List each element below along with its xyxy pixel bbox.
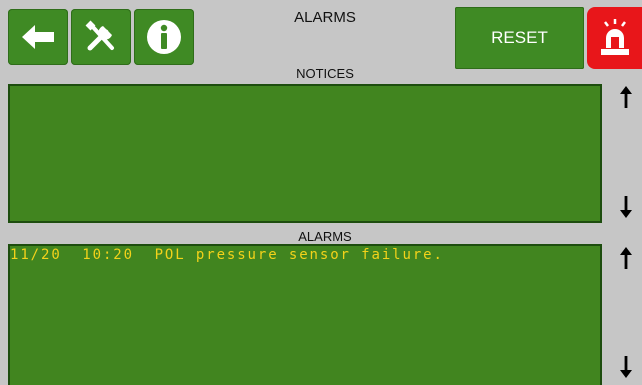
arrow-down-icon	[619, 195, 633, 219]
alarms-scroll-up-button[interactable]	[613, 241, 639, 275]
back-button[interactable]	[8, 9, 68, 65]
alarm-button[interactable]	[587, 7, 642, 69]
info-button[interactable]	[134, 9, 194, 65]
reset-button[interactable]: RESET	[455, 7, 584, 69]
alarm-entry: 11/20 10:20 POL pressure sensor failure.	[10, 247, 444, 263]
info-icon	[145, 18, 183, 56]
alarms-scroll-down-button[interactable]	[613, 350, 639, 384]
alarms-heading: ALARMS	[298, 229, 352, 244]
notices-heading: NOTICES	[296, 66, 354, 81]
page-title: ALARMS	[294, 9, 356, 26]
alarms-list[interactable]: 11/20 10:20 POL pressure sensor failure.	[8, 244, 602, 385]
notices-scroll-up-button[interactable]	[613, 80, 639, 114]
arrow-left-icon	[19, 22, 57, 52]
arrow-up-icon	[619, 246, 633, 270]
arrow-up-icon	[619, 85, 633, 109]
wrench-screwdriver-icon	[82, 18, 120, 56]
arrow-down-icon	[619, 355, 633, 379]
notices-list[interactable]	[8, 84, 602, 223]
notices-scroll-down-button[interactable]	[613, 190, 639, 224]
tools-button[interactable]	[71, 9, 131, 65]
alarm-beacon-icon	[597, 18, 633, 58]
